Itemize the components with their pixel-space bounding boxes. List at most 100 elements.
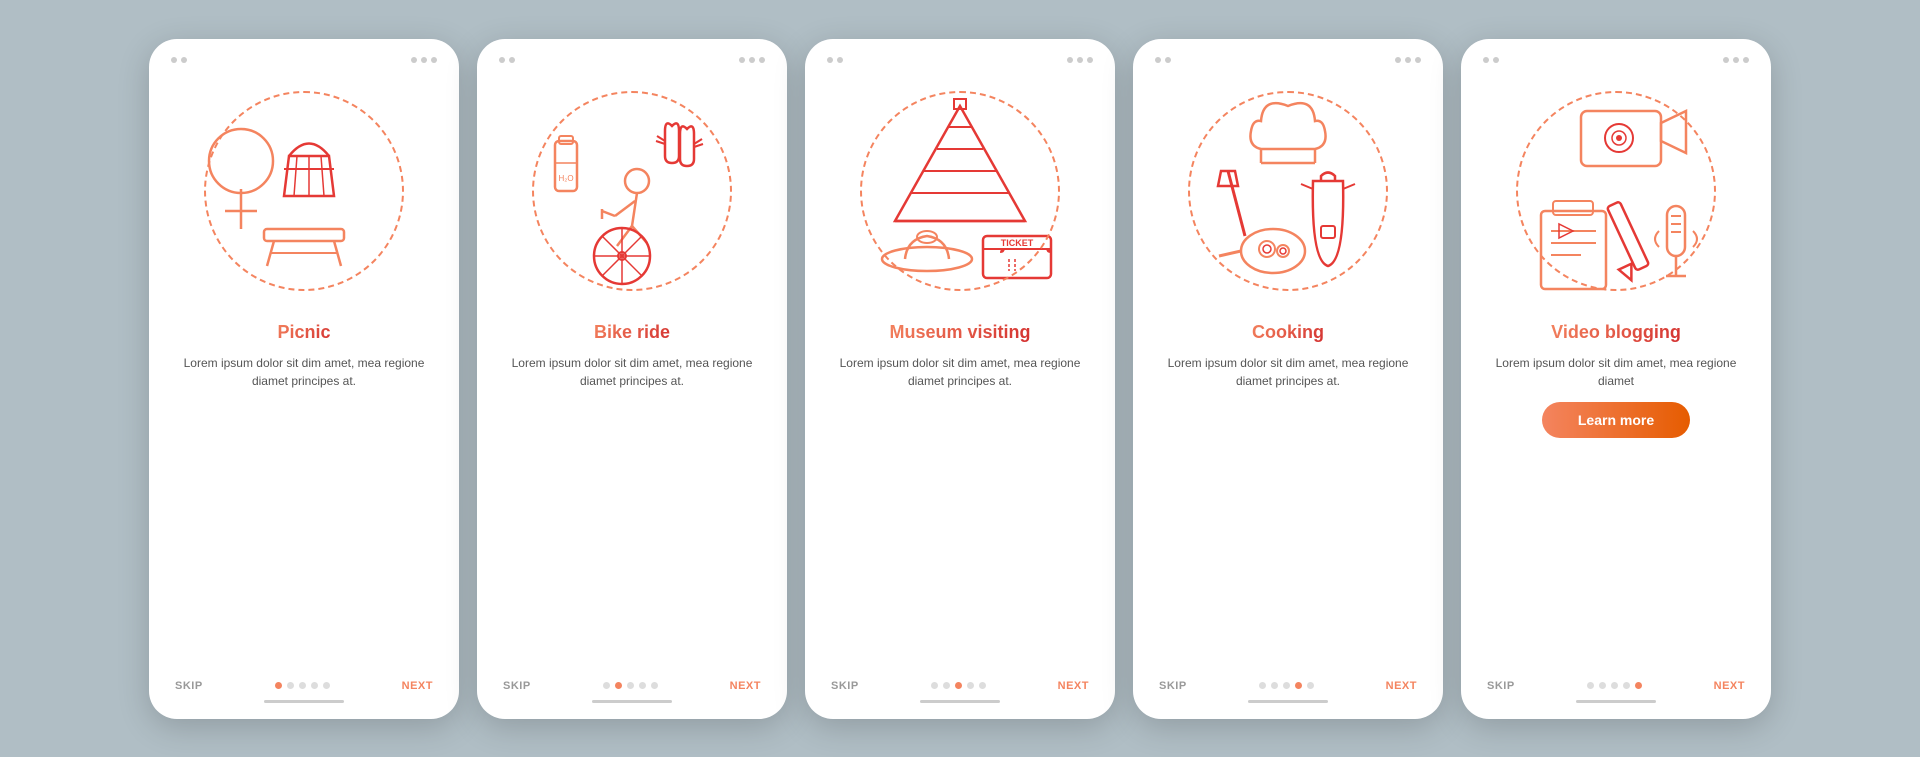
next-button[interactable]: NEXT: [730, 680, 761, 692]
nav-dot-0[interactable]: [603, 682, 610, 689]
museum-nav: SKIP NEXT: [827, 680, 1093, 692]
status-bar: [499, 57, 765, 63]
museum-desc: Lorem ipsum dolor sit dim amet, mea regi…: [827, 354, 1093, 390]
video-blogging-nav: SKIP NEXT: [1483, 680, 1749, 692]
picnic-desc: Lorem ipsum dolor sit dim amet, mea regi…: [171, 354, 437, 390]
status-dot: [1733, 57, 1739, 63]
nav-dot-2[interactable]: [1611, 682, 1618, 689]
cooking-title: Cooking: [1252, 321, 1324, 344]
status-bar: [827, 57, 1093, 63]
picnic-title: Picnic: [277, 321, 330, 344]
nav-dot-4[interactable]: [651, 682, 658, 689]
video-blogging-illustration: [1496, 71, 1736, 311]
status-dot: [1483, 57, 1489, 63]
status-dot: [171, 57, 177, 63]
next-button[interactable]: NEXT: [1386, 680, 1417, 692]
status-dot: [1395, 57, 1401, 63]
status-bar: [1155, 57, 1421, 63]
status-dot: [1087, 57, 1093, 63]
status-dot: [1077, 57, 1083, 63]
cooking-desc: Lorem ipsum dolor sit dim amet, mea regi…: [1155, 354, 1421, 390]
status-dot: [837, 57, 843, 63]
cooking-illustration: [1168, 71, 1408, 311]
museum-illustration: TICKET: [840, 71, 1080, 311]
status-dot: [759, 57, 765, 63]
status-dot: [499, 57, 505, 63]
nav-dot-4[interactable]: [323, 682, 330, 689]
picnic-illustration: [184, 71, 424, 311]
nav-dot-3[interactable]: [639, 682, 646, 689]
nav-dots: [1259, 682, 1314, 689]
skip-button[interactable]: SKIP: [1487, 680, 1515, 692]
bottom-bar: [1248, 700, 1328, 703]
dashed-circle: [1516, 91, 1716, 291]
nav-dot-2[interactable]: [955, 682, 962, 689]
card-video-blogging: Video blogging Lorem ipsum dolor sit dim…: [1461, 39, 1771, 719]
nav-dot-3[interactable]: [1623, 682, 1630, 689]
nav-dot-0[interactable]: [1587, 682, 1594, 689]
nav-dot-0[interactable]: [931, 682, 938, 689]
status-dot: [749, 57, 755, 63]
nav-dots: [275, 682, 330, 689]
status-dot: [1723, 57, 1729, 63]
status-dot: [411, 57, 417, 63]
next-button[interactable]: NEXT: [1058, 680, 1089, 692]
bottom-bar: [264, 700, 344, 703]
skip-button[interactable]: SKIP: [831, 680, 859, 692]
nav-dot-2[interactable]: [1283, 682, 1290, 689]
card-museum-visiting: TICKET Museum visiting Lorem ipsum dolor…: [805, 39, 1115, 719]
skip-button[interactable]: SKIP: [503, 680, 531, 692]
status-dot: [1493, 57, 1499, 63]
status-dot: [1155, 57, 1161, 63]
skip-button[interactable]: SKIP: [175, 680, 203, 692]
nav-dot-2[interactable]: [627, 682, 634, 689]
bike-desc: Lorem ipsum dolor sit dim amet, mea regi…: [499, 354, 765, 390]
nav-dot-1[interactable]: [615, 682, 622, 689]
nav-dot-4[interactable]: [979, 682, 986, 689]
nav-dot-0[interactable]: [1259, 682, 1266, 689]
dashed-circle: [860, 91, 1060, 291]
bike-nav: SKIP NEXT: [499, 680, 765, 692]
next-button[interactable]: NEXT: [1714, 680, 1745, 692]
nav-dots: [603, 682, 658, 689]
status-dot: [827, 57, 833, 63]
nav-dots: [1587, 682, 1642, 689]
status-bar: [171, 57, 437, 63]
nav-dot-0[interactable]: [275, 682, 282, 689]
nav-dot-2[interactable]: [299, 682, 306, 689]
nav-dot-4[interactable]: [1307, 682, 1314, 689]
nav-dot-1[interactable]: [1271, 682, 1278, 689]
nav-dot-3[interactable]: [311, 682, 318, 689]
card-picnic: Picnic Lorem ipsum dolor sit dim amet, m…: [149, 39, 459, 719]
next-button[interactable]: NEXT: [402, 680, 433, 692]
nav-dot-1[interactable]: [943, 682, 950, 689]
cards-container: Picnic Lorem ipsum dolor sit dim amet, m…: [149, 39, 1771, 719]
bike-illustration: H₂O: [512, 71, 752, 311]
nav-dot-1[interactable]: [1599, 682, 1606, 689]
status-dot: [431, 57, 437, 63]
status-dot: [739, 57, 745, 63]
card-bike-ride: H₂O: [477, 39, 787, 719]
cooking-nav: SKIP NEXT: [1155, 680, 1421, 692]
status-dot: [1405, 57, 1411, 63]
nav-dot-3[interactable]: [1295, 682, 1302, 689]
dashed-circle: [204, 91, 404, 291]
card-cooking: Cooking Lorem ipsum dolor sit dim amet, …: [1133, 39, 1443, 719]
nav-dot-3[interactable]: [967, 682, 974, 689]
nav-dot-4[interactable]: [1635, 682, 1642, 689]
dashed-circle: [532, 91, 732, 291]
bottom-bar: [1576, 700, 1656, 703]
picnic-nav: SKIP NEXT: [171, 680, 437, 692]
nav-dot-1[interactable]: [287, 682, 294, 689]
learn-more-button[interactable]: Learn more: [1542, 402, 1690, 438]
status-dot: [1165, 57, 1171, 63]
skip-button[interactable]: SKIP: [1159, 680, 1187, 692]
video-blogging-title: Video blogging: [1551, 321, 1681, 344]
museum-title: Museum visiting: [889, 321, 1030, 344]
bike-title: Bike ride: [594, 321, 670, 344]
status-dot: [509, 57, 515, 63]
status-dot: [421, 57, 427, 63]
bottom-bar: [920, 700, 1000, 703]
status-dot: [1743, 57, 1749, 63]
status-bar: [1483, 57, 1749, 63]
